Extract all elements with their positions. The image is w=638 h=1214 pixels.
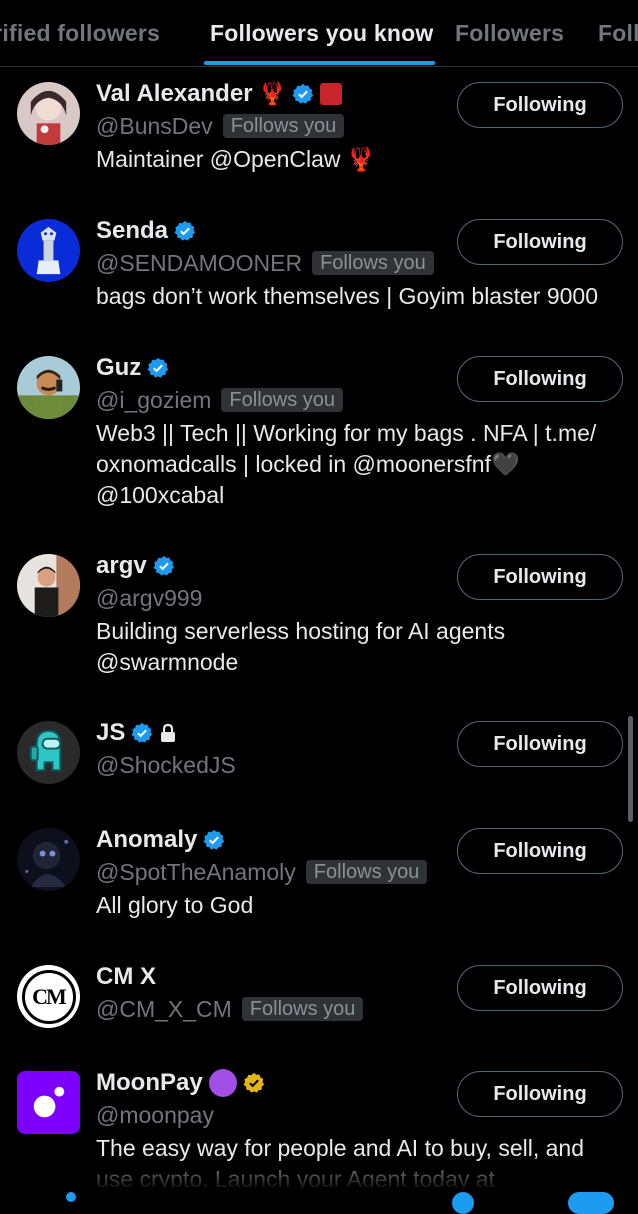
following-button[interactable]: Following bbox=[457, 1071, 623, 1117]
following-button[interactable]: Following bbox=[457, 82, 623, 128]
avatar[interactable] bbox=[17, 82, 80, 145]
user-handle[interactable]: @moonpay bbox=[96, 1102, 214, 1129]
following-button[interactable]: Following bbox=[457, 721, 623, 767]
user-bio: Web3 || Tech || Working for my bags . NF… bbox=[96, 420, 597, 508]
bottom-nav-fade bbox=[0, 1170, 638, 1200]
verified-badge-icon bbox=[153, 555, 175, 577]
brand-badge-icon bbox=[319, 83, 342, 105]
user-bio: Building serverless hosting for AI agent… bbox=[96, 618, 506, 675]
purple-circle-emoji bbox=[208, 1069, 237, 1097]
user-name[interactable]: CM X bbox=[96, 963, 156, 991]
lock-icon bbox=[159, 723, 177, 743]
tab-bar: Verified followers Followers you know Fo… bbox=[0, 0, 638, 67]
gold-verified-badge-icon bbox=[243, 1072, 265, 1094]
tab-followers-you-know[interactable]: Followers you know bbox=[210, 20, 433, 47]
verified-badge-icon bbox=[203, 829, 225, 851]
notification-dot-icon bbox=[452, 1192, 474, 1214]
user-name[interactable]: MoonPay bbox=[96, 1069, 203, 1097]
avatar[interactable] bbox=[17, 219, 80, 282]
scrollbar[interactable] bbox=[628, 716, 633, 822]
avatar-logo-text: CM bbox=[32, 983, 67, 1009]
user-handle[interactable]: @ShockedJS bbox=[96, 752, 236, 779]
tab-following[interactable]: Following bbox=[598, 20, 638, 47]
tab-verified-followers[interactable]: Verified followers bbox=[0, 20, 160, 47]
following-button[interactable]: Following bbox=[457, 828, 623, 874]
user-name[interactable]: Senda bbox=[96, 217, 168, 245]
user-bio: bags don’t work themselves | Goyim blast… bbox=[96, 283, 598, 309]
avatar[interactable]: CM bbox=[17, 965, 80, 1028]
nav-indicator-dot bbox=[66, 1192, 76, 1202]
avatar[interactable] bbox=[17, 554, 80, 617]
user-handle[interactable]: @SpotTheAnamoly bbox=[96, 859, 296, 886]
avatar[interactable] bbox=[17, 721, 80, 784]
follows-you-badge: Follows you bbox=[312, 251, 434, 275]
user-handle[interactable]: @CM_X_CM bbox=[96, 996, 232, 1023]
verified-badge-icon bbox=[131, 722, 153, 744]
user-handle[interactable]: @SENDAMOONER bbox=[96, 250, 302, 277]
avatar[interactable] bbox=[17, 356, 80, 419]
user-handle[interactable]: @BunsDev bbox=[96, 113, 213, 140]
verified-badge-icon bbox=[147, 357, 169, 379]
following-button[interactable]: Following bbox=[457, 219, 623, 265]
lobster-emoji: 🦞 bbox=[258, 81, 286, 106]
follows-you-badge: Follows you bbox=[305, 860, 428, 884]
active-tab-indicator bbox=[204, 61, 435, 65]
message-count-badge bbox=[568, 1192, 614, 1214]
verified-badge-icon bbox=[292, 83, 314, 105]
user-bio: Maintainer @OpenClaw 🦞 bbox=[96, 146, 376, 172]
following-button[interactable]: Following bbox=[457, 356, 623, 402]
following-button[interactable]: Following bbox=[457, 965, 623, 1011]
follows-you-badge: Follows you bbox=[221, 388, 344, 412]
tab-followers[interactable]: Followers bbox=[455, 20, 564, 47]
user-name[interactable]: Guz bbox=[96, 354, 141, 382]
follows-you-badge: Follows you bbox=[222, 114, 345, 138]
following-button[interactable]: Following bbox=[457, 554, 623, 600]
user-name[interactable]: Val Alexander bbox=[96, 80, 253, 108]
user-handle[interactable]: @i_goziem bbox=[96, 387, 211, 414]
verified-badge-icon bbox=[174, 220, 196, 242]
user-name[interactable]: JS bbox=[96, 719, 125, 747]
avatar[interactable] bbox=[17, 828, 80, 891]
user-name[interactable]: argv bbox=[96, 552, 147, 580]
user-handle[interactable]: @argv999 bbox=[96, 585, 202, 612]
follows-you-badge: Follows you bbox=[241, 997, 364, 1021]
avatar[interactable] bbox=[17, 1071, 80, 1134]
user-name[interactable]: Anomaly bbox=[96, 826, 197, 854]
user-bio: All glory to God bbox=[96, 892, 254, 918]
